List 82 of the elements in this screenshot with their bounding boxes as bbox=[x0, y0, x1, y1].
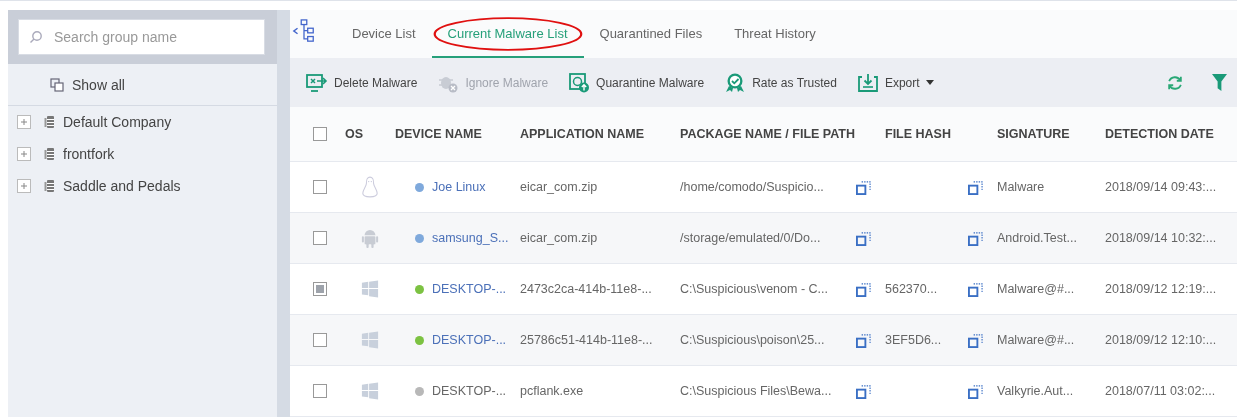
toolbar-button[interactable]: Rate as Trusted bbox=[720, 68, 849, 97]
server-stack-icon bbox=[43, 147, 57, 161]
toolbar-button[interactable]: Export bbox=[852, 68, 946, 97]
column-header[interactable]: DETECTION DATE bbox=[1105, 127, 1214, 141]
overlap-squares-icon bbox=[50, 77, 64, 92]
filter-icon[interactable] bbox=[1212, 74, 1227, 91]
column-header[interactable]: SIGNATURE bbox=[997, 127, 1070, 141]
collapse-tree-icon[interactable] bbox=[292, 19, 316, 43]
toolbar-button[interactable]: Quarantine Malware bbox=[564, 68, 717, 97]
copy-icon[interactable] bbox=[856, 383, 871, 399]
table-cell: C:\Suspicious\poison\25... bbox=[680, 333, 825, 347]
row-checkbox[interactable] bbox=[312, 384, 327, 398]
column-header[interactable]: PACKAGE NAME / FILE PATH bbox=[680, 127, 855, 141]
copy-icon[interactable] bbox=[856, 332, 871, 348]
refresh-icon[interactable] bbox=[1166, 73, 1184, 92]
table-cell: /storage/emulated/0/Do... bbox=[680, 231, 821, 245]
table-cell: eicar_com.zip bbox=[520, 180, 598, 194]
row-checkbox[interactable] bbox=[312, 180, 327, 194]
search-field[interactable]: Search group name bbox=[18, 19, 265, 55]
table-cell: 2018/09/14 10:32:... bbox=[1105, 231, 1217, 245]
table-cell: 2473c2ca-414b-11e8-... bbox=[520, 282, 652, 296]
tab[interactable]: Threat History bbox=[718, 10, 832, 59]
column-header[interactable]: DEVICE NAME bbox=[395, 127, 482, 141]
copy-icon[interactable] bbox=[856, 179, 871, 195]
table-cell: 2018/09/12 12:10:... bbox=[1105, 333, 1217, 347]
table-cell: eicar_com.zip bbox=[520, 231, 598, 245]
device-name-link[interactable]: DESKTOP-... bbox=[432, 333, 507, 347]
table-cell: C:\Suspicious Files\Bewa... bbox=[680, 384, 832, 398]
toolbar-button[interactable]: Delete Malware bbox=[302, 68, 430, 97]
table-cell: Malware bbox=[997, 180, 1045, 194]
group-item[interactable]: frontfork bbox=[63, 146, 115, 162]
show-all-label: Show all bbox=[72, 76, 125, 93]
row-checkbox[interactable] bbox=[312, 333, 327, 347]
table-cell: 3EF5D6... bbox=[885, 333, 942, 347]
copy-icon[interactable] bbox=[968, 179, 983, 195]
table-cell: Malware@#... bbox=[997, 333, 1075, 347]
safe-arrow-icon bbox=[568, 72, 591, 93]
copy-icon[interactable] bbox=[856, 281, 871, 297]
expand-icon[interactable] bbox=[17, 115, 31, 129]
table-cell: 2018/07/11 03:02:... bbox=[1105, 384, 1216, 398]
table-cell: 2018/09/14 09:43:... bbox=[1105, 180, 1217, 194]
android-robot-icon bbox=[361, 227, 379, 249]
table-cell: Android.Test... bbox=[997, 231, 1077, 245]
table-cell: /home/comodo/Suspicio... bbox=[680, 180, 824, 194]
tab[interactable]: Device List bbox=[336, 10, 432, 59]
windows-logo-icon bbox=[361, 329, 379, 351]
column-header[interactable]: APPLICATION NAME bbox=[520, 127, 645, 141]
table-cell: Malware@#... bbox=[997, 282, 1075, 296]
table-cell: C:\Suspicious\venom - C... bbox=[680, 282, 828, 296]
group-item[interactable]: Default Company bbox=[63, 114, 172, 130]
column-header[interactable]: OS bbox=[345, 127, 364, 141]
copy-icon[interactable] bbox=[968, 281, 983, 297]
copy-icon[interactable] bbox=[968, 332, 983, 348]
expand-icon[interactable] bbox=[17, 147, 31, 161]
select-all-checkbox[interactable] bbox=[312, 127, 327, 141]
copy-icon[interactable] bbox=[968, 383, 983, 399]
device-name-link[interactable]: DESKTOP-... bbox=[432, 384, 507, 398]
row-checkbox[interactable] bbox=[312, 282, 327, 296]
row-checkbox[interactable] bbox=[312, 231, 327, 245]
windows-logo-icon bbox=[361, 278, 379, 300]
windows-logo-icon bbox=[361, 380, 379, 402]
badge-check-icon bbox=[724, 72, 747, 93]
group-item[interactable]: Saddle and Pedals bbox=[63, 178, 181, 194]
device-name-link[interactable]: DESKTOP-... bbox=[432, 282, 507, 296]
table-cell: 562370... bbox=[885, 282, 938, 296]
monitor-arrow-icon bbox=[306, 72, 328, 93]
table-cell: 25786c51-414b-11e8-... bbox=[520, 333, 653, 347]
tab[interactable]: Quarantined Files bbox=[583, 10, 719, 59]
server-stack-icon bbox=[43, 115, 57, 129]
table-cell: Valkyrie.Aut... bbox=[997, 384, 1074, 398]
server-stack-icon bbox=[43, 179, 57, 193]
caret-icon bbox=[925, 80, 934, 85]
table-cell: pcflank.exe bbox=[520, 384, 584, 398]
show-all-item[interactable]: Show all bbox=[8, 64, 277, 106]
device-name-link[interactable]: Joe Linux bbox=[432, 180, 486, 194]
copy-icon[interactable] bbox=[968, 230, 983, 246]
column-header[interactable]: FILE HASH bbox=[885, 127, 951, 141]
table-cell: 2018/09/12 12:19:... bbox=[1105, 282, 1217, 296]
download-tray-icon bbox=[856, 72, 879, 93]
copy-icon[interactable] bbox=[856, 230, 871, 246]
expand-icon[interactable] bbox=[17, 179, 31, 193]
device-name-link[interactable]: samsung_S... bbox=[432, 231, 509, 245]
